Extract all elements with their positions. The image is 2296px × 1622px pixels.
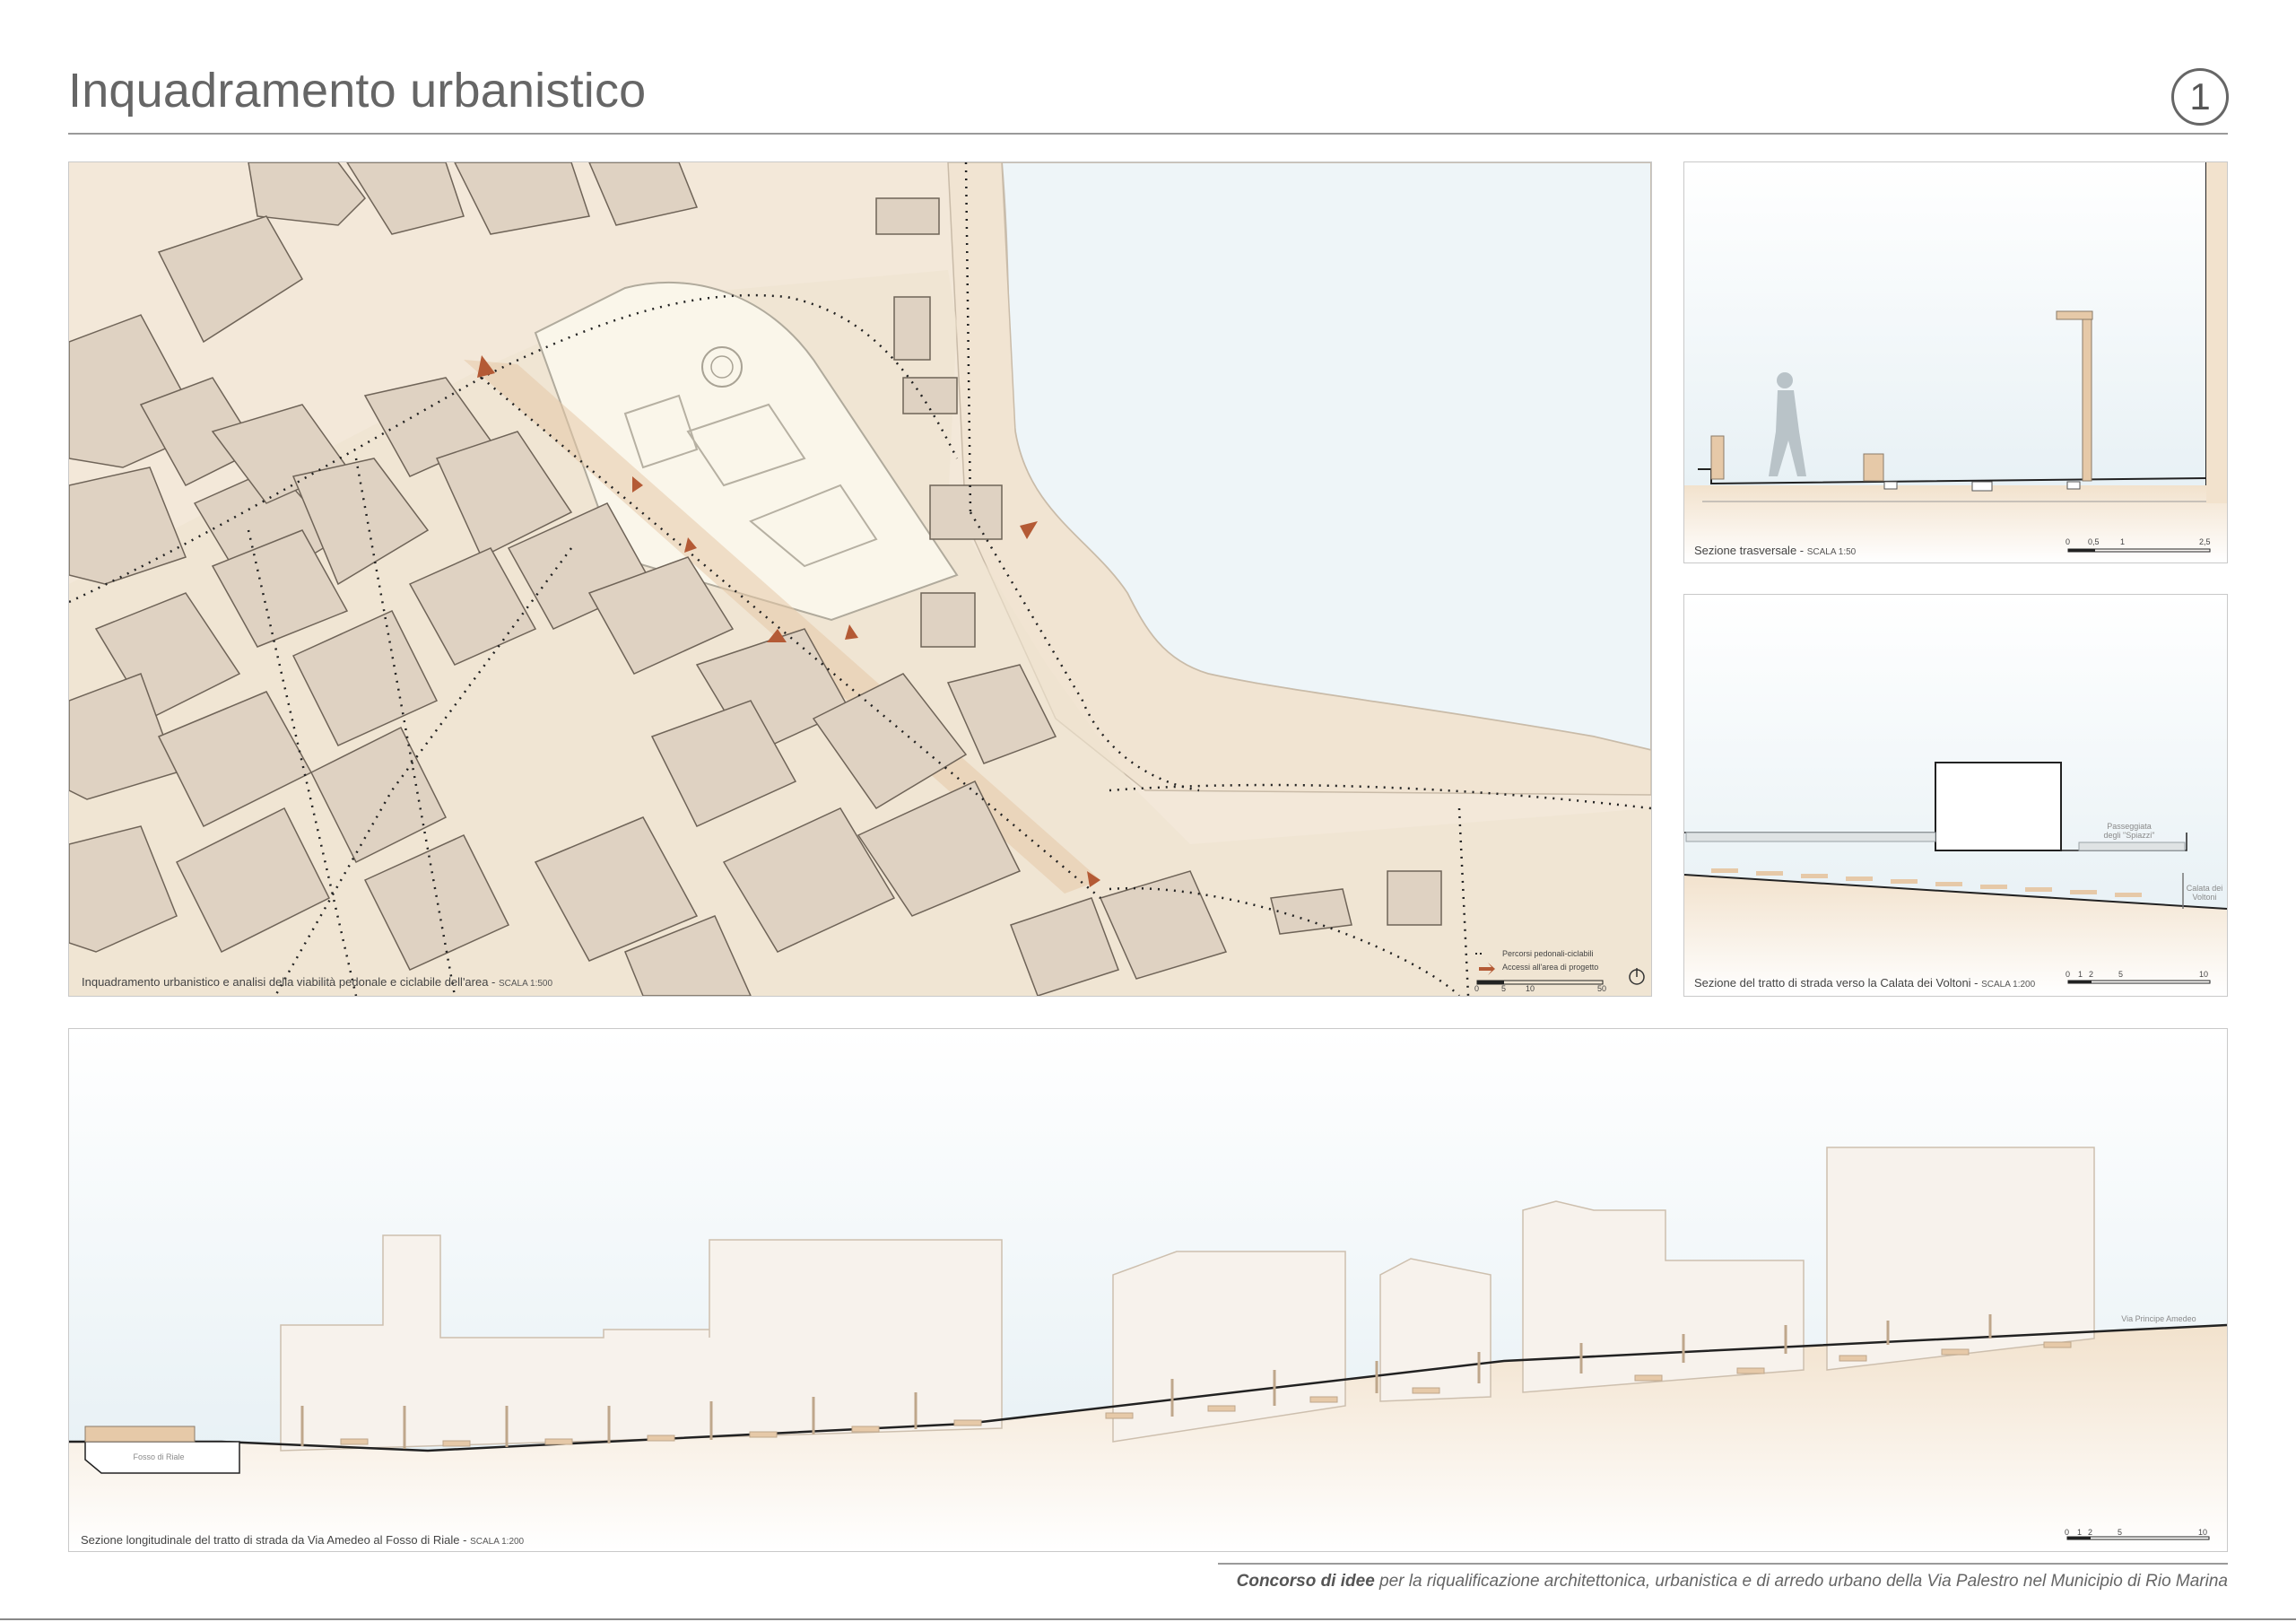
- cs-scale-0: 0: [2066, 537, 2071, 546]
- bollard: [1863, 453, 1884, 482]
- cs-scale-05: 0,5: [2088, 537, 2100, 546]
- long-section-drawing: [69, 1029, 2227, 1551]
- cs-scale-1: 1: [2120, 537, 2126, 546]
- road-section-caption: Sezione del tratto di strada verso la Ca…: [1694, 976, 2036, 990]
- cross-section-drawing: [1684, 162, 2227, 562]
- map-scale-0: 0: [1474, 984, 1480, 993]
- cross-section-panel: Sezione trasversale - SCALA 1:50 0 0,5 1…: [1683, 161, 2228, 563]
- label-fosso: Fosso di Riale: [133, 1452, 185, 1461]
- map-scale-10: 10: [1526, 984, 1535, 993]
- ls-scale-1: 1: [2077, 1528, 2083, 1537]
- title-divider: [68, 133, 2228, 135]
- cross-section-caption: Sezione trasversale - SCALA 1:50: [1694, 544, 1857, 557]
- page-title: Inquadramento urbanistico: [68, 64, 647, 118]
- footer-divider: [1218, 1563, 2228, 1565]
- rs-scale-5: 5: [2118, 970, 2124, 979]
- long-section-caption: Sezione longitudinale del tratto di stra…: [81, 1533, 525, 1547]
- ls-scale-2: 2: [2088, 1528, 2093, 1537]
- site-plan-map: [69, 162, 1651, 996]
- ls-scale-10: 10: [2198, 1528, 2208, 1537]
- road-section-panel: Passeggiata degli "Spiazzi" Calata dei V…: [1683, 594, 2228, 997]
- page-bottom-border: [0, 1618, 2296, 1620]
- page-number-badge: 1: [2171, 68, 2229, 126]
- long-section-panel: Fosso di Riale Via Principe Amedeo Sezio…: [68, 1028, 2228, 1552]
- rs-scale-2: 2: [2089, 970, 2094, 979]
- label-passeggiata: Passeggiata degli "Spiazzi": [2103, 822, 2155, 840]
- building-outline: [1935, 762, 2062, 851]
- map-scale-50: 50: [1597, 984, 1607, 993]
- legend-paths: Percorsi pedonali-ciclabili: [1502, 949, 1594, 958]
- road-section-drawing: [1684, 595, 2227, 996]
- ls-scale-0: 0: [2065, 1528, 2070, 1537]
- map-caption: Inquadramento urbanistico e analisi dell…: [82, 975, 553, 989]
- map-scale-5: 5: [1501, 984, 1507, 993]
- label-via-amedeo: Via Principe Amedeo: [2121, 1314, 2196, 1323]
- footer-text: Concorso di idee per la riqualificazione…: [1236, 1572, 2228, 1591]
- rs-scale-0: 0: [2066, 970, 2071, 979]
- legend-access: Accessi all'area di progetto: [1502, 963, 1599, 972]
- ls-scale-5: 5: [2118, 1528, 2123, 1537]
- rs-scale-10: 10: [2199, 970, 2209, 979]
- cs-scale-25: 2,5: [2199, 537, 2211, 546]
- label-calata: Calata dei Voltoni: [2186, 884, 2223, 902]
- bin: [1710, 435, 1725, 480]
- rs-scale-1: 1: [2078, 970, 2083, 979]
- map-panel: Inquadramento urbanistico e analisi dell…: [68, 161, 1652, 997]
